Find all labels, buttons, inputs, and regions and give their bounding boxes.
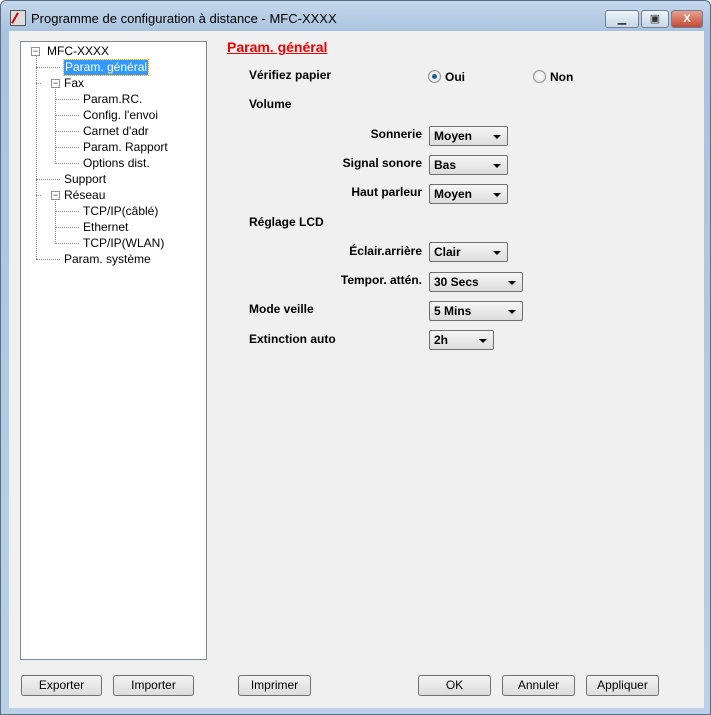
- sonnerie-value: Moyen: [434, 129, 473, 143]
- minimize-button[interactable]: ▁: [605, 10, 639, 28]
- client-area: − MFC-XXXX Param. général − Fax Param.RC. Co…: [9, 31, 704, 708]
- page-title: Param. général: [227, 39, 328, 55]
- import-button[interactable]: Importer: [113, 675, 194, 696]
- radio-oui-label[interactable]: Oui: [445, 70, 465, 84]
- eclair-value: Clair: [434, 245, 461, 259]
- tree-connector: [55, 99, 79, 100]
- window: Programme de configuration à distance - …: [0, 0, 711, 715]
- tree-item[interactable]: Ethernet: [83, 220, 128, 235]
- tree-connector: [55, 243, 79, 244]
- extinction-label: Extinction auto: [249, 332, 336, 346]
- export-button[interactable]: Exporter: [21, 675, 102, 696]
- radio-non-label[interactable]: Non: [550, 70, 573, 84]
- volume-label: Volume: [249, 97, 292, 111]
- print-button[interactable]: Imprimer: [238, 675, 311, 696]
- tree-item[interactable]: Options dist.: [83, 156, 150, 171]
- haut-parleur-value: Moyen: [434, 187, 473, 201]
- tree-item[interactable]: Param. système: [64, 252, 151, 267]
- tree-connector: [55, 147, 79, 148]
- tree-item[interactable]: Param. Rapport: [83, 140, 168, 155]
- window-title: Programme de configuration à distance - …: [31, 11, 337, 26]
- signal-select[interactable]: Bas: [429, 155, 508, 175]
- tempor-value: 30 Secs: [434, 275, 479, 289]
- app-icon: [10, 10, 26, 26]
- sonnerie-label: Sonnerie: [370, 127, 422, 141]
- tree-connector: [55, 211, 79, 212]
- tree-item[interactable]: Réseau: [64, 188, 105, 203]
- maximize-button[interactable]: ▣: [641, 10, 669, 28]
- tree-item[interactable]: TCP/IP(câblé): [83, 204, 158, 219]
- collapse-icon[interactable]: −: [51, 79, 60, 88]
- tempor-label: Tempor. attén.: [340, 273, 422, 287]
- haut-parleur-select[interactable]: Moyen: [429, 184, 508, 204]
- signal-label: Signal sonore: [342, 156, 422, 170]
- chevron-down-icon: [508, 310, 516, 314]
- apply-button[interactable]: Appliquer: [586, 675, 659, 696]
- eclair-label: Éclair.arrière: [349, 244, 422, 258]
- tree-item[interactable]: TCP/IP(WLAN): [83, 236, 164, 251]
- veille-label: Mode veille: [249, 302, 314, 316]
- tree-item[interactable]: Carnet d'adr: [83, 124, 149, 139]
- tree-item[interactable]: Config. l'envoi: [83, 108, 158, 123]
- cancel-button[interactable]: Annuler: [502, 675, 575, 696]
- tree-connector: [55, 89, 56, 164]
- tree-connector: [55, 201, 56, 244]
- verify-paper-label: Vérifiez papier: [249, 68, 332, 82]
- tree-item[interactable]: Support: [64, 172, 106, 187]
- eclair-select[interactable]: Clair: [429, 242, 508, 262]
- tree-root[interactable]: MFC-XXXX: [47, 44, 109, 59]
- haut-parleur-label: Haut parleur: [351, 185, 422, 199]
- collapse-icon[interactable]: −: [51, 191, 60, 200]
- tree-connector: [36, 56, 37, 259]
- tree-connector: [36, 259, 60, 260]
- tree-connector: [55, 227, 79, 228]
- chevron-down-icon: [493, 193, 501, 197]
- close-button[interactable]: X: [671, 10, 703, 28]
- tree-connector: [55, 131, 79, 132]
- settings-tree[interactable]: − MFC-XXXX Param. général − Fax Param.RC. Co…: [20, 41, 207, 660]
- veille-select[interactable]: 5 Mins: [429, 301, 523, 321]
- radio-oui[interactable]: [428, 70, 441, 83]
- tree-item[interactable]: Fax: [64, 76, 84, 91]
- tree-connector: [55, 163, 79, 164]
- ok-button[interactable]: OK: [418, 675, 491, 696]
- sonnerie-select[interactable]: Moyen: [429, 126, 508, 146]
- radio-non[interactable]: [533, 70, 546, 83]
- tree-connector: [36, 179, 60, 180]
- tree-connector: [55, 115, 79, 116]
- collapse-icon[interactable]: −: [31, 47, 40, 56]
- tree-item[interactable]: Param.RC.: [83, 92, 142, 107]
- tree-item[interactable]: Param. général: [62, 59, 150, 76]
- tempor-select[interactable]: 30 Secs: [429, 272, 523, 292]
- extinction-value: 2h: [434, 333, 449, 347]
- chevron-down-icon: [479, 339, 487, 343]
- chevron-down-icon: [508, 281, 516, 285]
- chevron-down-icon: [493, 251, 501, 255]
- veille-value: 5 Mins: [434, 304, 472, 318]
- extinction-select[interactable]: 2h: [429, 330, 494, 350]
- tree-connector: [36, 67, 60, 68]
- chevron-down-icon: [493, 135, 501, 139]
- signal-value: Bas: [434, 158, 457, 172]
- chevron-down-icon: [493, 164, 501, 168]
- lcd-label: Réglage LCD: [249, 215, 324, 229]
